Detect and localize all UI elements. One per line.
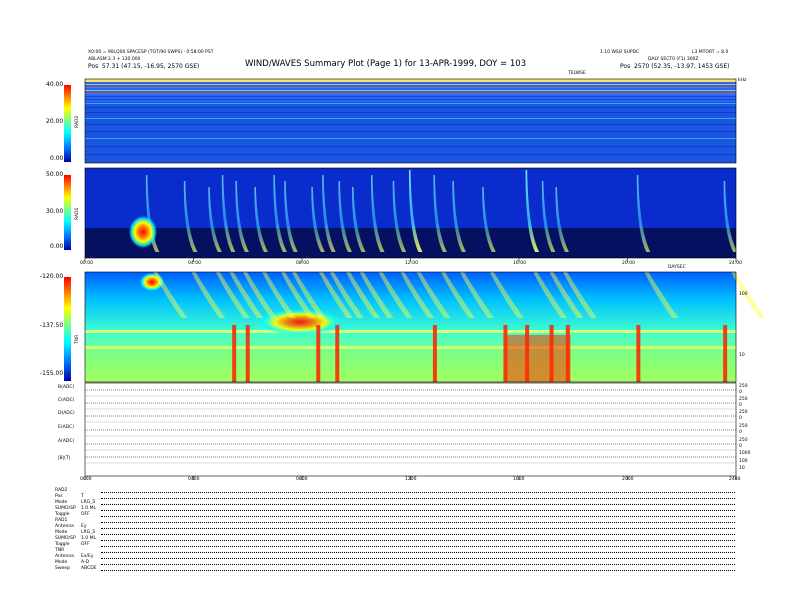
line-b-tick-lo: 0 [739,390,742,395]
line-label-e: E(ADC) [58,425,75,430]
line-label-a: A(ADC) [58,439,75,444]
footer-row-leader [101,566,735,571]
rad1-tick-bottom: 0.00 [50,243,64,250]
tnr-panel [84,271,766,383]
line-a-tick-lo: 0 [739,444,742,449]
rad2-band-line [85,87,736,88]
rad2-band-line [85,99,736,100]
mid-time-note: DAYSEC [668,265,686,270]
tnr-label: TNR [75,334,80,344]
tnr-tick-mid: -137.50 [40,322,64,329]
mid-time-3: 12:00 [405,261,418,266]
line-label-bmag: |B|(T) [58,456,71,461]
tnr-noise-column [723,325,728,382]
line-label-d: D(ADC) [58,411,75,416]
tnr-noise-column [636,325,641,382]
line-bmag-tick-1000: 1000 [739,451,751,456]
footer-row-leader [101,554,735,559]
footer-row-leader [101,560,735,565]
line-e-tick-hi: 250 [739,424,748,429]
footer-row-leader [101,524,735,529]
tnr-tick-bottom: -155.00 [40,370,64,377]
tnr-noise-column [232,325,237,382]
line-e-tick-lo: 0 [739,430,742,435]
footer-row-leader [101,530,735,535]
rad2-label: RAD2 [75,115,80,128]
rad2-tick-bottom: 0.00 [50,155,64,162]
line-d-tick-lo: 0 [739,416,742,421]
rad2-band-line [85,107,736,108]
line-bmag-tick-100: 100 [739,459,748,464]
rad2-band-line [85,154,736,155]
footer-row-leader [101,542,735,547]
bottom-time-5: 2000 [622,477,634,482]
rad2-band-line [85,146,736,147]
tnr-noise-column [245,325,250,382]
bottom-time-6: 2400 [729,477,741,482]
footer-row-label: Sweep [55,566,70,571]
line-plots [84,382,737,477]
rad2-band-line [85,131,736,132]
rad2-band-line [85,96,736,97]
tnr-noise-column [335,325,340,382]
footer-row-value: ABCDE [81,566,97,571]
rad2-colorbar [64,85,71,162]
rad2-band-line [85,118,736,119]
footer-row-leader [101,518,735,523]
tnr-colorbar [64,277,71,381]
rad2-band-line [85,112,736,113]
rad2-band-line [85,124,736,125]
rad2-tick-mid: 20.00 [46,118,64,125]
bottom-time-4: 1600 [513,477,525,482]
tnr-right-tick-10: 10 [739,353,745,358]
mid-time-0: 00:00 [80,261,93,266]
rad1-label: RAD1 [75,207,80,220]
tnr-noise-block [505,335,571,382]
bottom-time-1: 0400 [188,477,200,482]
footer-row-leader [101,536,735,541]
mid-time-5: 20:00 [622,261,635,266]
footer-row-leader [101,494,735,499]
mid-time-4: 16:00 [513,261,526,266]
mid-time-2: 08:00 [296,261,309,266]
rad2-band-line [85,90,736,91]
rad1-tick-mid: 30.00 [46,208,64,215]
line-label-c: C(ADC) [58,398,75,403]
rad1-tick-top: 50.00 [46,171,64,178]
bottom-time-3: 1200 [405,477,417,482]
tnr-tick-top: -120.00 [40,273,64,280]
mid-time-1: 04:00 [188,261,201,266]
line-label-b: B(ADC) [58,385,75,390]
mid-time-6: 24:00 [729,261,742,266]
line-b-tick-hi: 250 [739,384,748,389]
line-c-tick-lo: 0 [739,403,742,408]
bottom-time-2: 0800 [296,477,308,482]
line-c-tick-hi: 250 [739,397,748,402]
tnr-noise-column [432,325,437,382]
rad2-band-line [85,138,736,139]
footer-row-leader [101,488,735,493]
footer-row-leader [101,506,735,511]
rad1-colorbar [64,175,71,250]
bottom-time-0: 0000 [80,477,92,482]
footer-row-leader [101,500,735,505]
rad2-band-line [85,103,736,104]
rad2-tick-top: 40.00 [46,81,64,88]
rad2-band-line [85,84,736,85]
line-bmag-tick-10: 10 [739,466,745,471]
rad2-panel [84,78,737,164]
rad1-panel [84,167,738,259]
rad2-band-line [85,93,736,94]
tnr-right-tick-100: 100 [739,292,748,297]
line-a-tick-hi: 250 [739,438,748,443]
footer-row: Sweep ABCDE [55,566,735,572]
footer-row-leader [101,548,735,553]
footer-row-leader [101,512,735,517]
line-d-tick-hi: 250 [739,410,748,415]
tnr-noise-column [316,325,321,382]
